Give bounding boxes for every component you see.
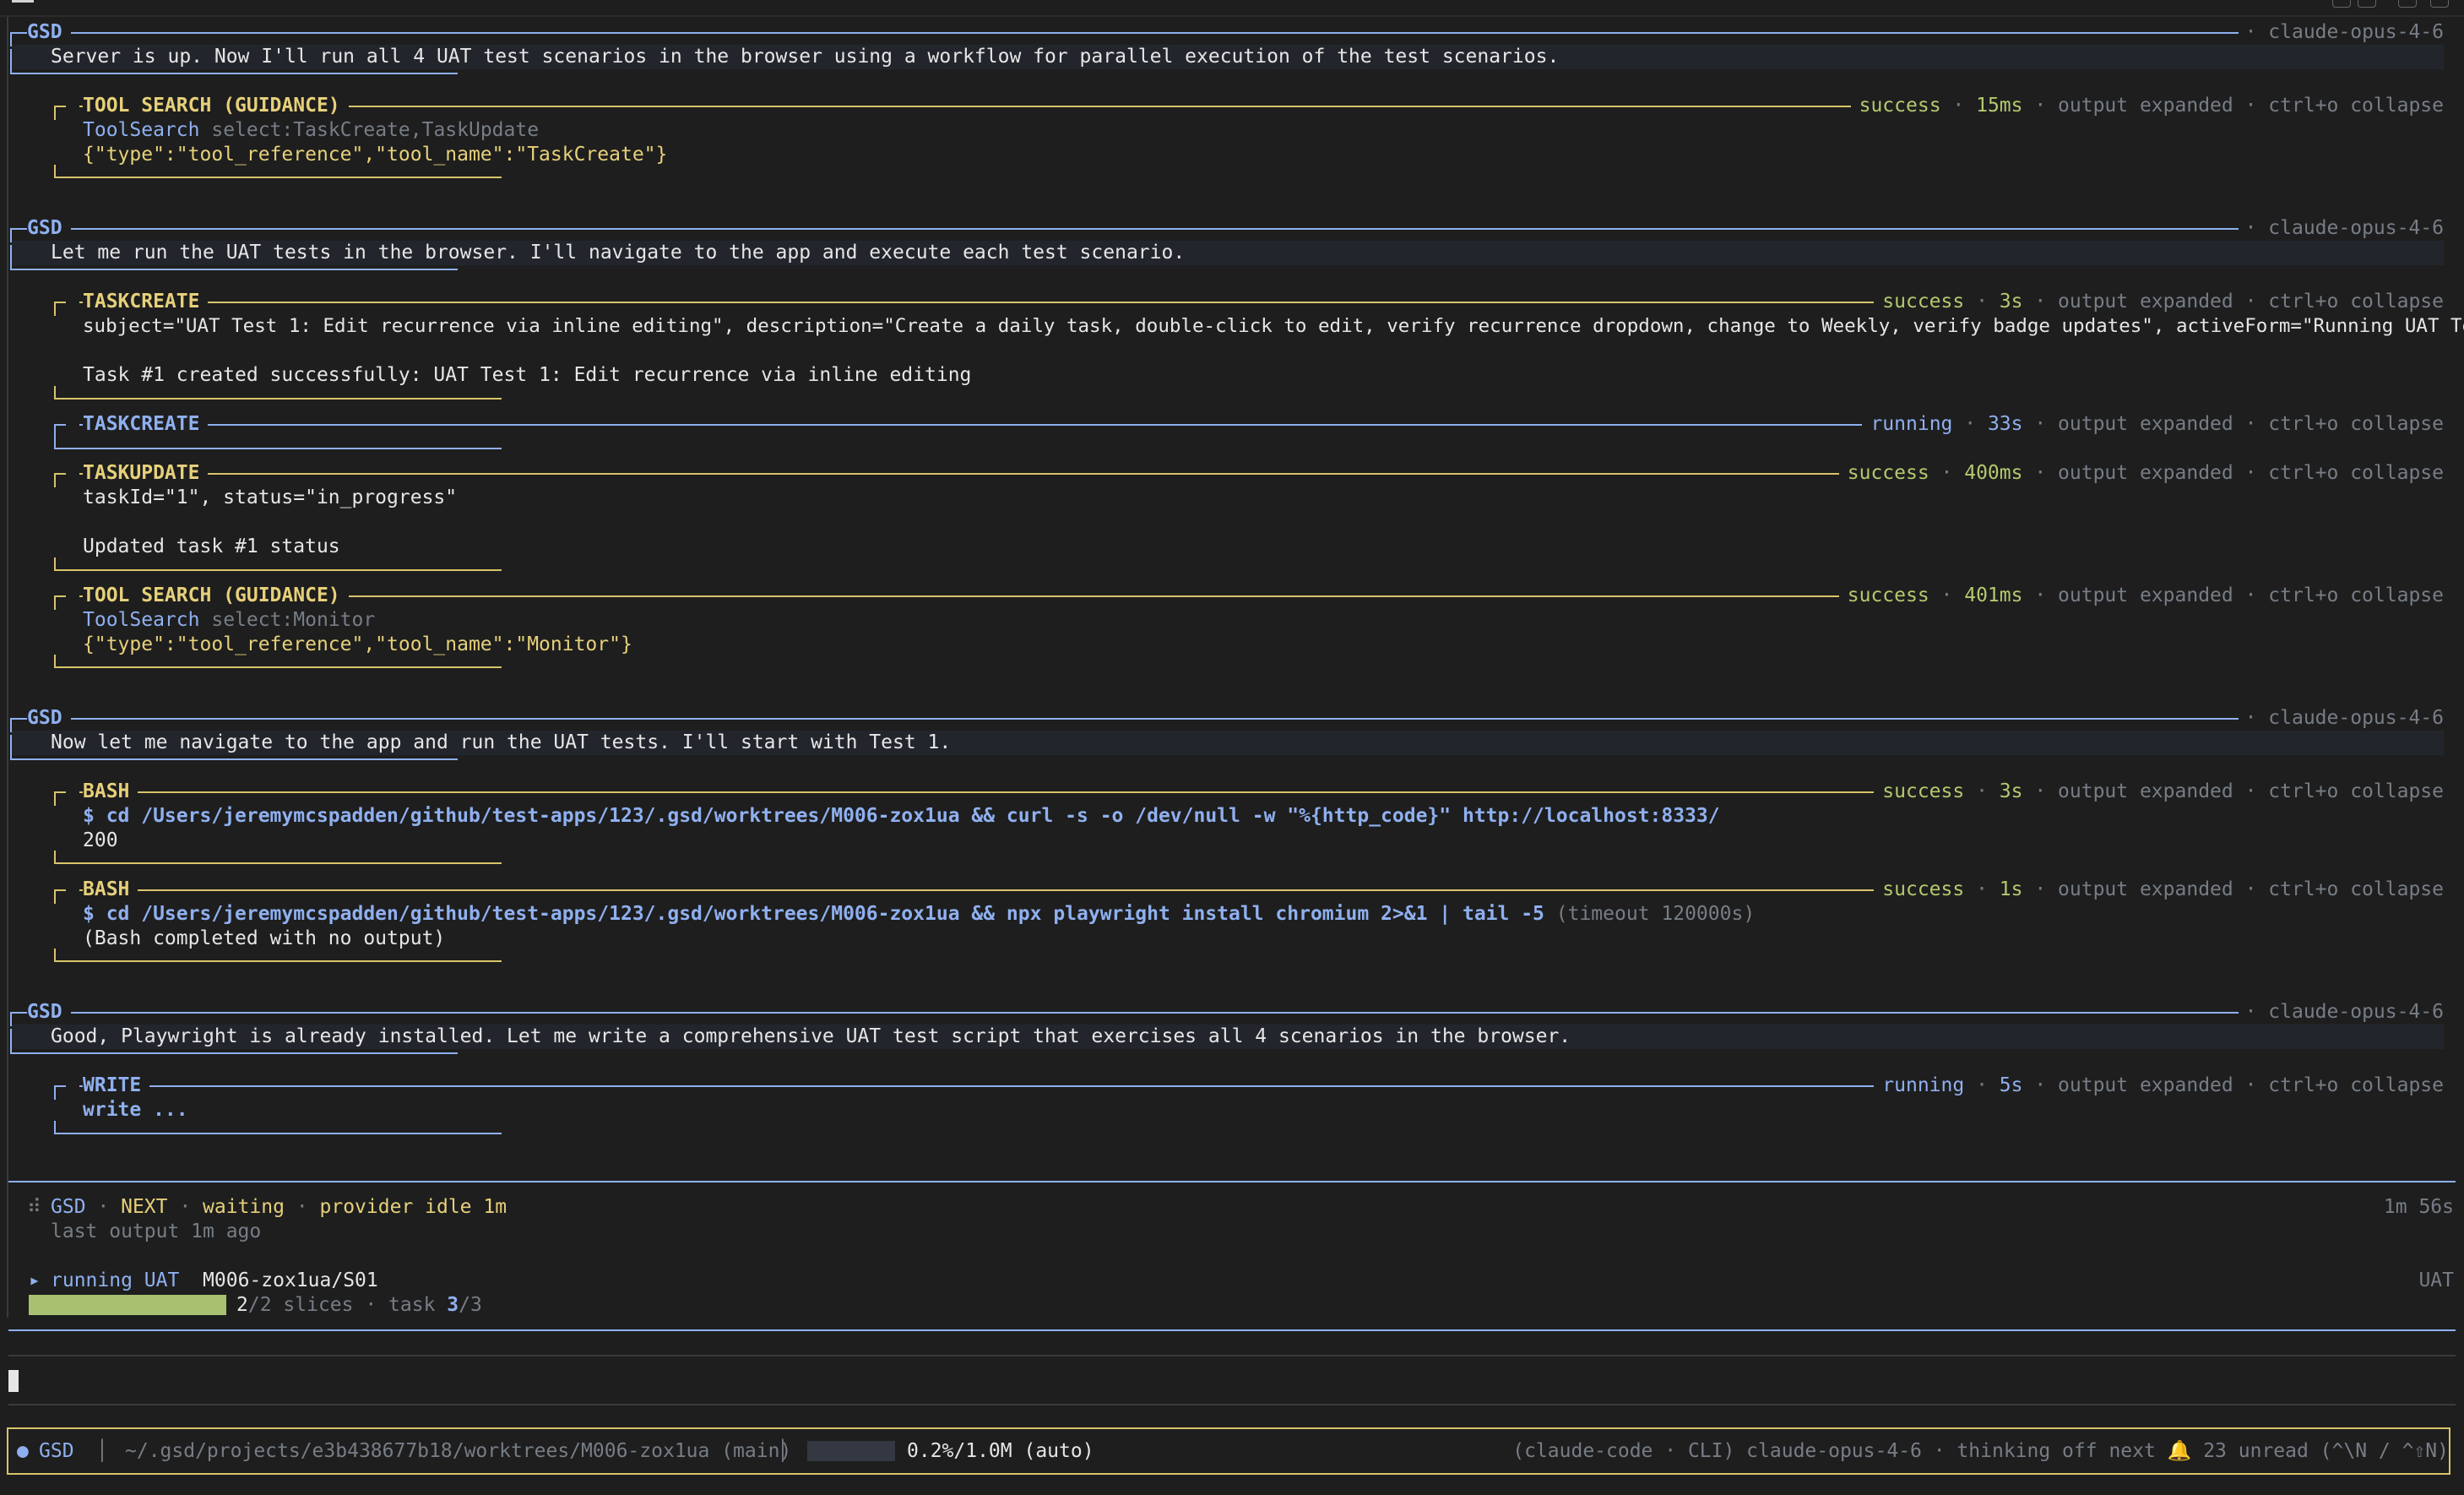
message-title: GSD bbox=[27, 706, 71, 731]
bash-command: $ cd /Users/jeremymcspadden/github/test-… bbox=[83, 805, 1720, 827]
tool-call-taskcreate-running[interactable]: TASKCREATE running · 33s · output expand… bbox=[54, 412, 2444, 450]
divider bbox=[8, 1355, 2456, 1356]
tool-input: write ... bbox=[83, 1099, 188, 1121]
tool-call-tool-search[interactable]: TOOL SEARCH (GUIDANCE) success · 401ms ·… bbox=[54, 584, 2444, 670]
message-title: GSD bbox=[27, 1000, 71, 1025]
divider bbox=[8, 1404, 2456, 1405]
message-title: GSD bbox=[27, 216, 71, 241]
status-divider: │ bbox=[96, 1440, 108, 1462]
slice-progress-bar bbox=[29, 1295, 226, 1315]
tool-status: running · 33s · output expanded · ctrl+o… bbox=[1862, 412, 2444, 437]
status-app-name: GSD bbox=[39, 1440, 74, 1462]
tool-title: TOOL SEARCH (GUIDANCE) bbox=[83, 584, 349, 608]
tool-call-taskupdate[interactable]: TASKUPDATE success · 400ms · output expa… bbox=[54, 461, 2444, 572]
model-label: · claude-opus-4-6 bbox=[2238, 20, 2444, 45]
tool-status: success · 401ms · output expanded · ctrl… bbox=[1838, 584, 2444, 608]
tool-status: success · 3s · output expanded · ctrl+o … bbox=[1874, 290, 2444, 314]
window-top-bar bbox=[0, 0, 2464, 17]
model-label: · claude-opus-4-6 bbox=[2238, 216, 2444, 241]
tool-title: WRITE bbox=[83, 1074, 150, 1098]
tool-invocation: ToolSearch select:Monitor bbox=[83, 609, 376, 631]
project-path: ~/.gsd/projects/e3b438677b18/worktrees/M… bbox=[125, 1440, 792, 1462]
tool-title: TASKCREATE bbox=[83, 290, 209, 314]
tool-status: success · 15ms · output expanded · ctrl+… bbox=[1850, 94, 2444, 118]
slice-progress-text: 2/2 slices · task 3/3 bbox=[236, 1294, 482, 1316]
tool-call-taskcreate[interactable]: TASKCREATE success · 3s · output expande… bbox=[54, 290, 2464, 400]
progress-header: GSD · NEXT · waiting · provider idle 1m bbox=[51, 1196, 507, 1218]
message-title: GSD bbox=[27, 20, 71, 45]
running-status: running UAT M006-zox1ua/S01 bbox=[51, 1269, 378, 1291]
model-label: · claude-opus-4-6 bbox=[2238, 1000, 2444, 1025]
tool-title: TASKUPDATE bbox=[83, 461, 209, 486]
tool-title: TASKCREATE bbox=[83, 412, 209, 437]
bell-icon: 🔔 bbox=[2167, 1440, 2192, 1462]
top-indicator bbox=[12, 0, 34, 3]
provider-info: (claude-code · CLI) claude-opus-4-6 · th… bbox=[1512, 1440, 2449, 1462]
tool-result: Updated task #1 status bbox=[83, 535, 340, 557]
elapsed-time: 1m 56s bbox=[2383, 1196, 2454, 1218]
tool-title: BASH bbox=[83, 780, 138, 804]
tool-result: (Bash completed with no output) bbox=[83, 927, 446, 949]
window-button-icon[interactable] bbox=[2332, 0, 2351, 8]
tool-status: success · 1s · output expanded · ctrl+o … bbox=[1874, 878, 2444, 902]
window-button-icon[interactable] bbox=[2398, 0, 2417, 8]
divider bbox=[8, 1329, 2456, 1331]
tool-result: Task #1 created successfully: UAT Test 1… bbox=[83, 364, 972, 386]
tool-result: {"type":"tool_reference","tool_name":"Mo… bbox=[83, 633, 632, 655]
tool-call-tool-search[interactable]: TOOL SEARCH (GUIDANCE) success · 15ms · … bbox=[54, 94, 2444, 180]
tool-status: success · 400ms · output expanded · ctrl… bbox=[1838, 461, 2444, 486]
context-usage-bar bbox=[807, 1441, 895, 1461]
tool-invocation: ToolSearch select:TaskCreate,TaskUpdate bbox=[83, 119, 540, 141]
window-button-icon[interactable] bbox=[2430, 0, 2449, 8]
chevron-right-icon: ▸ bbox=[29, 1269, 41, 1291]
tool-result: 200 bbox=[83, 829, 118, 851]
context-usage-text: 0.2%/1.0M (auto) bbox=[907, 1440, 1094, 1462]
divider bbox=[8, 1181, 2456, 1182]
tool-call-write[interactable]: WRITE running · 5s · output expanded · c… bbox=[54, 1074, 2444, 1136]
prompt-input-cursor[interactable] bbox=[8, 1370, 19, 1392]
tool-title: TOOL SEARCH (GUIDANCE) bbox=[83, 94, 349, 118]
tool-result: {"type":"tool_reference","tool_name":"Ta… bbox=[83, 144, 668, 166]
model-label: · claude-opus-4-6 bbox=[2238, 706, 2444, 731]
left-gutter bbox=[7, 17, 8, 1318]
last-output: last output 1m ago bbox=[51, 1220, 262, 1242]
status-divider: │ bbox=[777, 1440, 789, 1462]
spinner-icon: ⠾ bbox=[27, 1196, 41, 1218]
status-dot-icon: ● bbox=[17, 1440, 29, 1462]
bash-command: $ cd /Users/jeremymcspadden/github/test-… bbox=[83, 903, 1756, 925]
tool-call-bash[interactable]: BASH success · 3s · output expanded · ct… bbox=[54, 780, 2444, 866]
tool-status: running · 5s · output expanded · ctrl+o … bbox=[1874, 1074, 2444, 1098]
tool-input: subject="UAT Test 1: Edit recurrence via… bbox=[83, 315, 2464, 337]
tool-call-bash[interactable]: BASH success · 1s · output expanded · ct… bbox=[54, 878, 2444, 964]
tool-input: taskId="1", status="in_progress" bbox=[83, 487, 458, 508]
tool-title: BASH bbox=[83, 878, 138, 902]
tool-status: success · 3s · output expanded · ctrl+o … bbox=[1874, 780, 2444, 804]
phase-label: UAT bbox=[2418, 1269, 2454, 1291]
window-button-icon[interactable] bbox=[2358, 0, 2376, 8]
